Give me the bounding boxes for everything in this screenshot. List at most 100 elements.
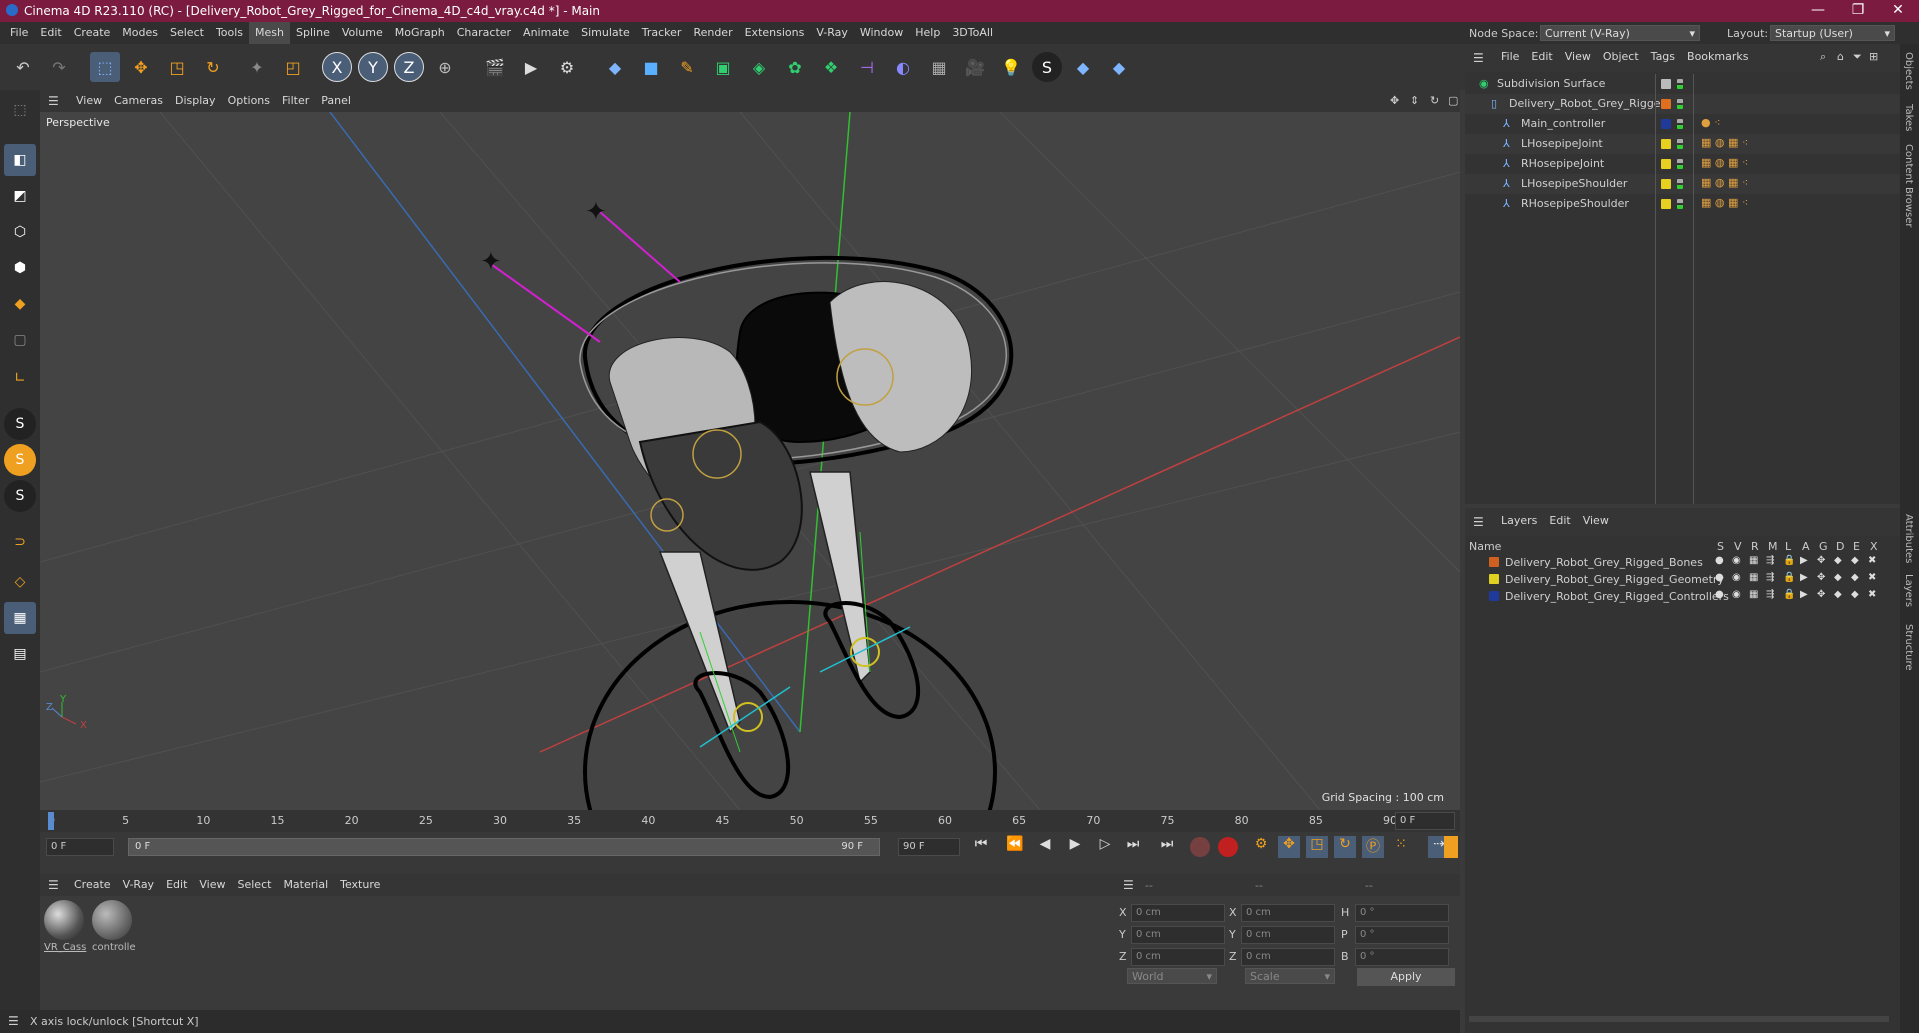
material-menu-texture[interactable]: Texture [334,874,386,896]
menu-volume[interactable]: Volume [336,22,389,44]
visibility-dots-icon[interactable] [1677,79,1683,89]
material-menu-create[interactable]: Create [68,874,117,896]
layer-deformers-icon[interactable]: ◆ [1834,555,1850,571]
layer-solo-icon[interactable]: ● [1715,572,1731,588]
python-icon[interactable]: ◆ [600,52,630,82]
horizontal-scrollbar[interactable] [1469,1016,1889,1022]
timeline-ruler[interactable]: 051015202530354045505560657075808590 0 F [40,810,1460,832]
menu-create[interactable]: Create [68,22,117,44]
polygons-mode-icon[interactable]: ◆ [4,288,36,320]
new-window-icon[interactable]: ⊞ [1869,50,1878,63]
tags-icon[interactable]: ▦ ◍ ▦ ⁖ [1701,196,1781,212]
layer-menu-layers[interactable]: Layers [1495,512,1543,534]
quantize-icon[interactable]: S [4,480,36,512]
end-frame-field[interactable]: 90 F [898,838,960,856]
layer-expressions-icon[interactable]: ◆ [1851,555,1867,571]
minimize-button[interactable]: — [1798,2,1838,18]
right-leg[interactable] [809,471,871,684]
object-row[interactable]: ⅄ LHosepipeJoint ▦ ◍ ▦ ⁖ [1465,134,1900,154]
hamburger-icon[interactable]: ☰ [1473,51,1484,65]
recent-tool-icon[interactable]: ✦ [242,52,272,82]
layout-select[interactable]: Startup (User) ▾ [1770,25,1895,41]
hosepipe-shoulder-l-icon[interactable]: ✦ [480,247,502,277]
hamburger-icon[interactable]: ☰ [8,1014,19,1028]
mograph-icon[interactable]: ❖ [816,52,846,82]
layer-manager-icon[interactable]: ⇶ [1766,589,1782,605]
material-menu-v-ray[interactable]: V-Ray [117,874,161,896]
go-to-end-icon[interactable]: ⏭ [1122,836,1144,858]
maximize-view-icon[interactable]: ▢ [1448,94,1458,107]
layer-menu-view[interactable]: View [1577,512,1615,534]
layer-xref-icon[interactable]: ✖ [1868,572,1884,588]
layer-render-icon[interactable]: ▦ [1749,572,1765,588]
edges-mode-icon[interactable]: ⬢ [4,252,36,284]
layer-visible-icon[interactable]: ◉ [1732,572,1748,588]
visibility-dots-icon[interactable] [1677,179,1683,189]
select-icon[interactable]: ◰ [278,52,308,82]
layer-deformers-icon[interactable]: ◆ [1834,572,1850,588]
layer-solo-icon[interactable]: ● [1715,589,1731,605]
menu-v-ray[interactable]: V-Ray [810,22,854,44]
texture-mode-icon[interactable]: ◩ [4,180,36,212]
coordinate-system-icon[interactable]: ⊕ [430,52,460,82]
object-menu-tags[interactable]: Tags [1645,48,1681,70]
menu-edit[interactable]: Edit [34,22,67,44]
render-settings-icon[interactable]: ⚙ [552,52,582,82]
axis-mode-icon[interactable]: ∟ [4,362,36,394]
close-button[interactable]: ✕ [1878,2,1918,18]
record-icon[interactable] [1190,837,1210,857]
visibility-dots-icon[interactable] [1677,159,1683,169]
layer-manager-icon[interactable]: ⇶ [1766,572,1782,588]
snap-settings-icon[interactable]: S [4,444,36,476]
workplane-icon[interactable]: ◇ [4,566,36,598]
maximize-button[interactable]: ❐ [1838,2,1878,18]
layer-menu-edit[interactable]: Edit [1543,512,1576,534]
side-tab-takes[interactable]: Takes [1903,104,1914,131]
layer-render-icon[interactable]: ▦ [1749,589,1765,605]
menu-window[interactable]: Window [854,22,909,44]
layer-color-swatch[interactable] [1489,591,1499,601]
cube-icon[interactable]: ■ [636,52,666,82]
object-menu-file[interactable]: File [1495,48,1525,70]
uv-mode-icon[interactable]: ▢ [4,324,36,356]
orbit-icon[interactable]: ↻ [1430,94,1439,107]
home-icon[interactable]: ⌂ [1837,50,1844,63]
coord-mode-select[interactable]: World ▾ [1127,968,1217,984]
material-menu-view[interactable]: View [193,874,231,896]
layer-color-swatch[interactable] [1661,119,1671,129]
right-foot-controller[interactable] [823,601,921,720]
layer-locked-icon[interactable]: 🔒 [1783,572,1799,588]
side-tab-objects[interactable]: Objects [1903,52,1914,90]
next-frame-icon[interactable]: ▷ [1094,836,1116,858]
object-menu-view[interactable]: View [1559,48,1597,70]
model-mode-icon[interactable]: ◧ [4,144,36,176]
start-frame-field[interactable]: 0 F [46,838,114,856]
viewport-menu-cameras[interactable]: Cameras [108,90,169,112]
layer-expressions-icon[interactable]: ◆ [1851,589,1867,605]
layer-xref-icon[interactable]: ✖ [1868,589,1884,605]
material-menu-material[interactable]: Material [277,874,334,896]
material-controller[interactable]: controlle [92,900,136,956]
object-menu-object[interactable]: Object [1597,48,1645,70]
coord-field[interactable]: 0 ° [1355,904,1449,922]
live-selection-icon[interactable]: ⬚ [90,52,120,82]
tags-icon[interactable]: ▦ ◍ ▦ ⁖ [1701,136,1781,152]
coord-field[interactable]: 0 cm [1241,926,1335,944]
visibility-dots-icon[interactable] [1677,139,1683,149]
redo-icon[interactable]: ↷ [44,52,74,82]
side-tab-attributes[interactable]: Attributes [1903,514,1914,563]
prev-frame-icon[interactable]: ◀ [1034,836,1056,858]
menu-tracker[interactable]: Tracker [636,22,688,44]
floor-icon[interactable]: ▦ [924,52,954,82]
x-axis-lock-icon[interactable]: X [322,52,352,82]
render-icon[interactable]: ▶ [516,52,546,82]
z-axis-lock-icon[interactable]: Z [394,52,424,82]
make-editable-icon[interactable]: ⬚ [4,94,36,126]
layer-animation-icon[interactable]: ▶ [1800,555,1816,571]
object-row[interactable]: ⅄ RHosepipeJoint ▦ ◍ ▦ ⁖ [1465,154,1900,174]
menu-3dtoall[interactable]: 3DToAll [946,22,999,44]
layer-locked-icon[interactable]: 🔒 [1783,555,1799,571]
layer-color-swatch[interactable] [1661,139,1671,149]
viewport-menu-panel[interactable]: Panel [315,90,357,112]
python-script-icon[interactable]: ◆ [1068,52,1098,82]
